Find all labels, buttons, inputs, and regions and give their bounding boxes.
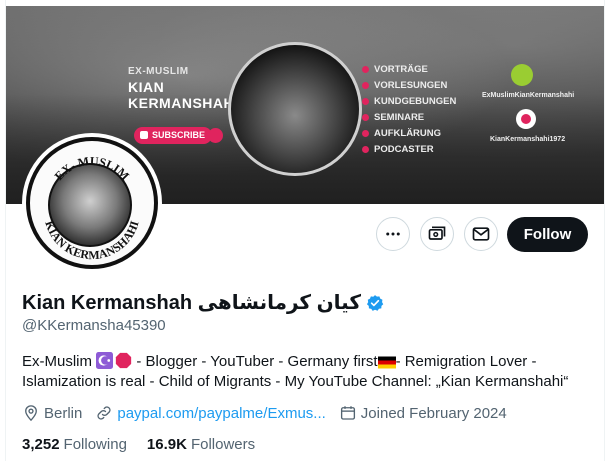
banner-topic: PODCASTER [362, 143, 456, 156]
bio-text: Ex-Muslim [22, 353, 97, 370]
banner-topic: AUFKLÄRUNG [362, 127, 456, 140]
profile-avatar[interactable]: EX- MUSLIM KIAN KERMANSHAHI [22, 133, 162, 273]
avatar-bottom-text: KIAN KERMANSHAHI [42, 219, 141, 262]
svg-text:EX- MUSLIM: EX- MUSLIM [52, 154, 133, 183]
link-icon [97, 406, 111, 420]
svg-text:KIAN KERMANSHAHI: KIAN KERMANSHAHI [42, 219, 141, 262]
germany-flag-icon [377, 356, 396, 369]
location-pin-icon [25, 405, 37, 422]
avatar-top-text: EX- MUSLIM [52, 154, 133, 183]
banner-topic-list: VORTRÄGE VORLESUNGEN KUNDGEBUNGEN SEMINA… [362, 63, 456, 159]
banner-topic: VORLESUNGEN [362, 79, 456, 92]
mail-icon [472, 227, 490, 241]
subscribe-icon [428, 226, 446, 240]
banner-topic: VORTRÄGE [362, 63, 456, 76]
banner-ex-label: EX-MUSLIM [128, 66, 189, 77]
following-count: 3,252 [22, 436, 60, 453]
no-entry-emoji-icon [116, 352, 132, 369]
followers-count: 16.9K [146, 436, 187, 453]
more-button[interactable] [376, 217, 410, 251]
website-item: paypal.com/paypalme/Exmus... [95, 404, 326, 422]
banner-youtube-logo-icon [511, 64, 533, 86]
location-text: Berlin [44, 404, 83, 422]
website-link[interactable]: paypal.com/paypalme/Exmus... [117, 405, 325, 422]
joined-text: Joined February 2024 [360, 404, 507, 422]
message-button[interactable] [464, 217, 498, 251]
banner-name-line1: KIAN [128, 79, 165, 95]
followers-label: Followers [190, 436, 256, 453]
calendar-icon [340, 406, 355, 420]
subscribe-button[interactable] [420, 217, 454, 251]
avatar-text-arc: EX- MUSLIM KIAN KERMANSHAHI [42, 154, 141, 262]
location-item: Berlin [22, 404, 82, 422]
banner-podcast-label: KianKermanshahi1972 [490, 136, 566, 143]
follow-stats: 3,252 Following 16.9K Followers [22, 436, 275, 453]
user-handle: @KKermansha45390 [22, 317, 166, 334]
bio-text: - Blogger - YouTuber - Germany first [132, 353, 378, 370]
star-crescent-emoji-icon [96, 352, 114, 369]
banner-topic: SEMINARE [362, 111, 456, 124]
verified-badge-icon[interactable] [366, 294, 384, 312]
followers-link[interactable]: 16.9K Followers [147, 436, 255, 453]
banner-name-line2: KERMANSHAHI [128, 95, 239, 111]
display-name: Kian Kermanshah کیان کرمانشاهی [22, 292, 361, 314]
banner-topic: KUNDGEBUNGEN [362, 95, 456, 108]
name-row: Kian Kermanshah کیان کرمانشاهی [22, 290, 384, 315]
more-icon [386, 232, 400, 236]
frame-right-border [604, 0, 605, 461]
following-label: Following [63, 436, 127, 453]
banner-bell-icon [208, 128, 223, 143]
banner-youtube-label: ExMuslimKianKermanshahi [482, 92, 575, 99]
profile-meta: Berlin paypal.com/paypalme/Exmus... Join… [22, 404, 520, 422]
joined-item: Joined February 2024 [339, 404, 507, 422]
following-link[interactable]: 3,252 Following [22, 436, 127, 453]
profile-bio: Ex-Muslim - Blogger - YouTuber - Germany… [22, 352, 597, 392]
banner-podcast-logo-icon [516, 109, 536, 129]
follow-button[interactable]: Follow [507, 217, 588, 252]
banner-portrait [228, 42, 362, 176]
